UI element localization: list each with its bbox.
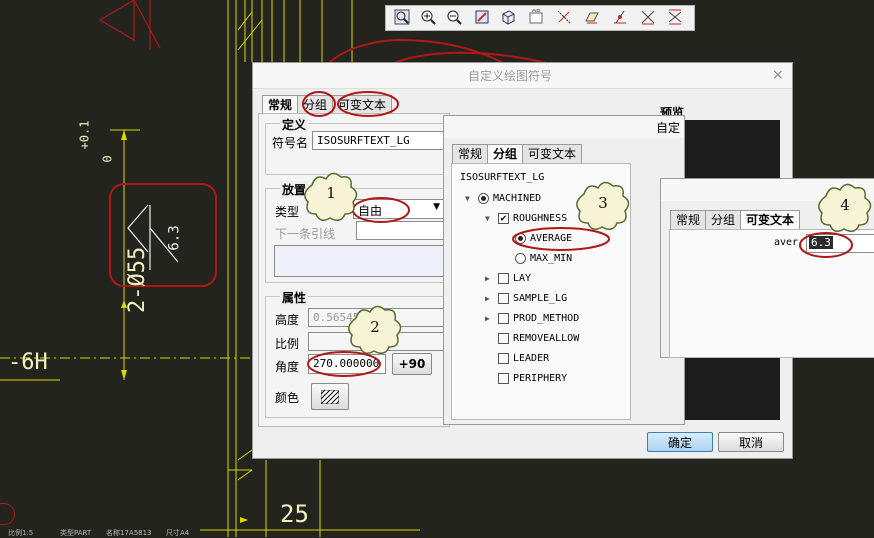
tree-item-machined[interactable]: ▼ MACHINED [465, 193, 541, 204]
svg-text:AB: AB [532, 9, 540, 14]
height-label: 高度 [275, 313, 300, 327]
tab-group[interactable]: 分组 [297, 95, 334, 115]
angle-field[interactable]: 270.000000 [308, 354, 386, 374]
diameter-dim-text: 2-Ø55 [125, 246, 150, 313]
close-icon[interactable]: × [772, 67, 784, 83]
datum-planes-icon[interactable] [582, 7, 602, 27]
radio-button[interactable] [515, 233, 526, 244]
chevron-down-icon: ▼ [433, 202, 440, 212]
group-dialog-tab-bar: 常规 分组 可变文本 [452, 144, 583, 164]
tab-variable-text[interactable]: 可变文本 [740, 210, 801, 230]
checkbox[interactable] [498, 273, 509, 284]
cancel-button[interactable]: 取消 [718, 432, 784, 452]
expand-down-icon[interactable]: ▼ [465, 194, 474, 203]
checkbox[interactable] [498, 293, 509, 304]
variable-value-field[interactable]: 6.3 [806, 234, 874, 253]
definition-title: 定义 [280, 116, 309, 133]
dialog-title: 自定义绘图符号 [468, 69, 553, 83]
datum-csys-icon[interactable] [638, 7, 658, 27]
tab-general[interactable]: 常规 [452, 144, 489, 164]
expand-down-icon[interactable]: ▼ [485, 214, 494, 223]
tree-item-prod-method[interactable]: ▶ PROD_METHOD [485, 313, 579, 324]
next-leader-label: 下一条引线 [275, 227, 336, 241]
tab-group[interactable]: 分组 [705, 210, 742, 230]
group-dialog-title: 自定 [656, 121, 681, 135]
group-dialog-titlebar[interactable] [444, 116, 684, 138]
zoom-out-icon[interactable] [444, 7, 464, 27]
radio-button[interactable] [515, 253, 526, 264]
vartext-tab-bar: 常规 分组 可变文本 [670, 210, 801, 230]
expand-right-icon[interactable]: ▶ [485, 294, 494, 303]
tab-group[interactable]: 分组 [487, 144, 524, 164]
callout-number-3: 3 [598, 194, 608, 212]
diameter-dimension: 2-Ø55 [125, 153, 155, 313]
properties-title: 属性 [280, 289, 309, 306]
color-button[interactable] [311, 383, 349, 410]
saved-views-icon[interactable]: AB [526, 7, 546, 27]
tree-item-removeallow[interactable]: REMOVEALLOW [498, 333, 579, 344]
tree-item-max-min[interactable]: MAX_MIN [515, 253, 572, 264]
plus90-button[interactable]: +90 [392, 353, 432, 375]
checkbox[interactable]: ✔ [498, 213, 509, 224]
symbol-name-field[interactable]: ISOSURFTEXT_LG [312, 131, 445, 150]
repaint-icon[interactable] [472, 7, 492, 27]
checkbox[interactable] [498, 313, 509, 324]
thread-label-text: 6H [21, 350, 48, 375]
checkbox[interactable] [498, 333, 509, 344]
callout-number-2: 2 [370, 318, 380, 336]
zoom-refit-icon[interactable] [392, 7, 412, 27]
tree-item-sample-lg[interactable]: ▶ SAMPLE_LG [485, 293, 567, 304]
ok-button[interactable]: 确定 [647, 432, 713, 452]
callout-number-4: 4 [840, 196, 850, 214]
tree-item-average[interactable]: AVERAGE [515, 233, 572, 244]
variable-value-selected: 6.3 [809, 236, 833, 249]
tab-general[interactable]: 常规 [670, 210, 707, 230]
roughness-value-text: 6.3 [166, 225, 183, 251]
tolerance-upper: +0.1 [77, 120, 92, 150]
hatch-swatch-icon [321, 389, 339, 404]
zoom-in-icon[interactable] [418, 7, 438, 27]
datum-axes-icon[interactable] [554, 7, 574, 27]
tree-item-periphery-clip: PERIPHERY [452, 370, 630, 384]
symbol-name-label: 符号名 [272, 136, 309, 150]
type-select-value: 自由 [358, 204, 383, 218]
tree-item-periphery[interactable]: PERIPHERY [498, 373, 567, 384]
tab-variable-text[interactable]: 可变文本 [332, 95, 393, 115]
angle-label: 角度 [275, 360, 300, 374]
thread-label: -6H [8, 350, 48, 375]
scale-label: 比例 [275, 337, 300, 351]
checkbox[interactable] [498, 353, 509, 364]
radio-button[interactable] [478, 193, 489, 204]
checkbox[interactable] [498, 373, 509, 384]
type-select[interactable]: 自由 ▼ [353, 199, 445, 219]
tab-variable-text[interactable]: 可变文本 [522, 144, 583, 164]
tree-root-label: ISOSURFTEXT_LG [460, 172, 544, 183]
datum-points-icon[interactable] [610, 7, 630, 27]
expand-right-icon[interactable]: ▶ [485, 314, 494, 323]
spin-center-icon[interactable] [665, 7, 685, 27]
view-orientation-icon[interactable] [498, 7, 518, 27]
expand-right-icon[interactable]: ▶ [485, 274, 494, 283]
tree-root-text: ISOSURFTEXT_LG [460, 172, 545, 183]
type-label: 类型 [275, 205, 300, 219]
variable-name-label: aver [774, 237, 799, 248]
dim-25: 25 [280, 500, 309, 528]
color-label: 颜色 [275, 391, 300, 405]
tab-general[interactable]: 常规 [262, 95, 299, 115]
tolerance-lower: 0 [100, 155, 115, 163]
main-tab-bar: 常规 分组 可变文本 [262, 95, 393, 115]
callout-number-1: 1 [326, 184, 336, 202]
tree-item-roughness[interactable]: ▼ ✔ ROUGHNESS [485, 213, 567, 224]
leader-list[interactable] [274, 245, 445, 277]
placement-title: 放置 [280, 181, 309, 198]
tree-item-lay[interactable]: ▶ LAY [485, 273, 531, 284]
tree-item-leader[interactable]: LEADER [498, 353, 549, 364]
next-leader-field[interactable] [356, 221, 445, 240]
